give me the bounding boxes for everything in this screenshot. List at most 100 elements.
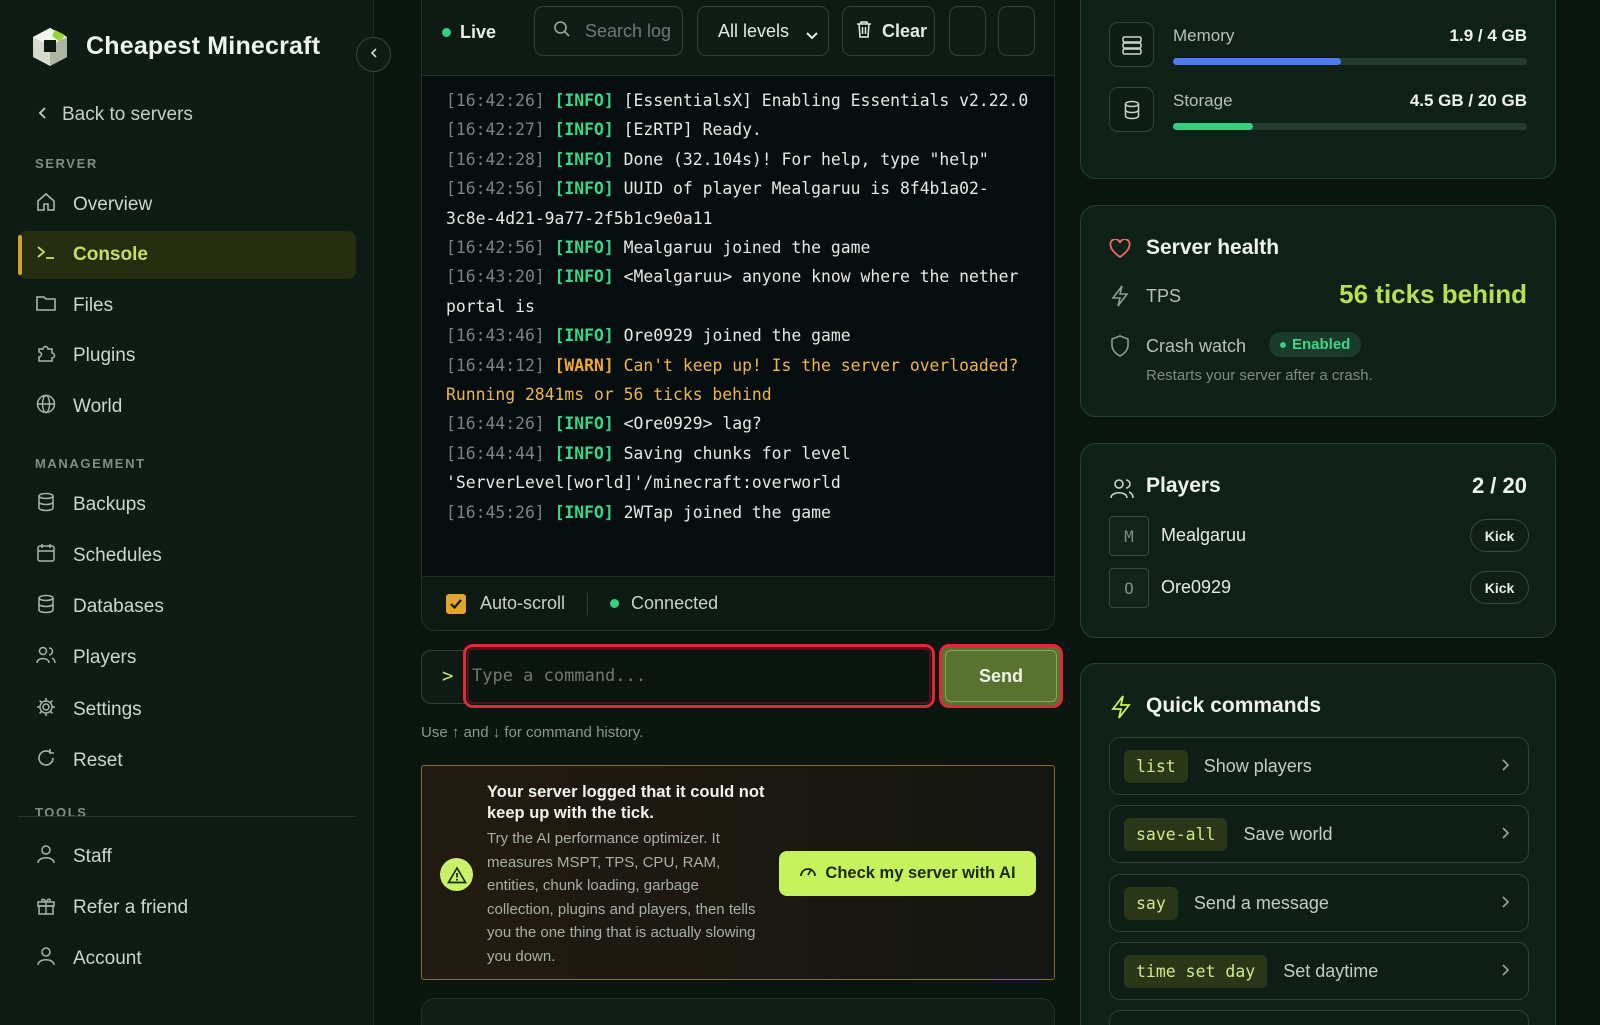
chevron-left-icon [368, 46, 380, 64]
users-icon [1109, 477, 1135, 506]
log-timestamp: [16:44:44] [446, 443, 545, 463]
search-input[interactable] [585, 20, 671, 42]
crash-watch-badge: Enabled [1269, 332, 1362, 357]
storage-icon [1109, 87, 1154, 132]
console-log[interactable]: [16:42:26] [INFO] [EssentialsX] Enabling… [421, 76, 1055, 576]
toolbar-extra-button[interactable] [949, 6, 986, 56]
server-health-card: Server health TPS 56 ticks behind Crash … [1080, 205, 1556, 417]
quick-command-say[interactable]: say Send a message [1109, 874, 1529, 932]
sidebar-item-label: Files [73, 295, 114, 316]
collapse-sidebar-button[interactable] [356, 37, 391, 72]
log-line: [16:42:26] [INFO] [EssentialsX] Enabling… [446, 86, 1030, 115]
sidebar-item-staff[interactable]: Staff [18, 833, 356, 881]
toolbar-extra-button[interactable] [998, 6, 1035, 56]
log-line: [16:42:27] [INFO] [EzRTP] Ready. [446, 115, 1030, 144]
command-history-hint: Use ↑ and ↓ for command history. [421, 724, 644, 741]
log-line: [16:44:12] [WARN] Can't keep up! Is the … [446, 351, 1030, 410]
crash-watch-desc: Restarts your server after a crash. [1146, 367, 1373, 384]
player-row: M Mealgaruu Kick [1109, 516, 1529, 556]
users-icon [35, 644, 57, 672]
crash-watch-status: Enabled [1292, 336, 1351, 353]
sidebar-item-label: Overview [73, 194, 153, 215]
player-name: Mealgaruu [1161, 525, 1247, 545]
command-desc: Set daytime [1283, 960, 1379, 981]
quick-command-list[interactable]: list Show players [1109, 737, 1529, 795]
clear-label: Clear [882, 20, 928, 41]
sidebar-item-label: Databases [73, 596, 164, 617]
sidebar-item-players[interactable]: Players [18, 634, 356, 682]
globe-icon [35, 393, 57, 421]
back-to-servers-link[interactable]: Back to servers [36, 104, 193, 126]
chevron-down-icon [806, 25, 818, 46]
sidebar-item-schedules[interactable]: Schedules [18, 532, 356, 580]
chevron-right-icon [1500, 758, 1510, 777]
sidebar-item-backups[interactable]: Backups [18, 481, 356, 529]
memory-bar-fill [1173, 58, 1342, 65]
kick-button[interactable]: Kick [1470, 571, 1529, 604]
clear-button[interactable]: Clear [842, 6, 935, 56]
sidebar-item-overview[interactable]: Overview [18, 181, 356, 229]
log-level: [WARN] [554, 355, 614, 375]
command-prompt: > [442, 665, 454, 687]
shield-icon [1109, 334, 1131, 363]
command-code: say [1124, 886, 1178, 920]
back-label: Back to servers [62, 104, 193, 125]
chevron-left-icon [36, 104, 50, 126]
tps-value: 56 ticks behind [1339, 279, 1527, 309]
quick-command-time-set-day[interactable]: time set day Set daytime [1109, 942, 1529, 1000]
sidebar-item-account[interactable]: Account [18, 935, 356, 983]
storage-bar [1173, 123, 1527, 130]
database-icon [35, 593, 57, 621]
gauge-icon [799, 863, 817, 884]
user-icon [35, 945, 57, 973]
command-input[interactable] [463, 644, 935, 708]
log-timestamp: [16:44:26] [446, 414, 545, 434]
sidebar-item-databases[interactable]: Databases [18, 583, 356, 631]
quick-command-save-all[interactable]: save-all Save world [1109, 805, 1529, 863]
log-line: [16:42:56] [INFO] Mealgaruu joined the g… [446, 233, 1030, 262]
puzzle-icon [35, 342, 57, 370]
live-dot-icon [442, 28, 451, 37]
home-icon [35, 191, 57, 219]
search-log-field[interactable] [534, 6, 683, 56]
sidebar-item-refer[interactable]: Refer a friend [18, 884, 356, 932]
user-icon [35, 843, 57, 871]
log-timestamp: [16:42:26] [446, 91, 545, 110]
sidebar-item-label: Refer a friend [73, 897, 189, 918]
kick-button[interactable]: Kick [1470, 519, 1529, 552]
alert-body: Try the AI performance optimizer. It mea… [487, 830, 756, 965]
memory-label: Memory [1173, 26, 1235, 45]
command-desc: Send a message [1193, 892, 1329, 913]
sidebar-item-label: Staff [73, 846, 112, 867]
command-desc: Show players [1203, 755, 1312, 776]
level-select[interactable]: All levels [697, 6, 829, 56]
console-footer: Auto-scroll Connected [421, 576, 1055, 631]
heart-icon [1109, 238, 1131, 264]
gear-icon [35, 696, 57, 724]
log-level: [INFO] [554, 179, 614, 199]
connected-status: Connected [631, 593, 719, 613]
log-message: Done (32.104s)! For help, type "help" [613, 149, 989, 169]
quick-command-more[interactable] [1109, 1010, 1529, 1025]
log-message: 2WTap joined the game [613, 502, 831, 522]
check-server-ai-button[interactable]: Check my server with AI [779, 851, 1036, 896]
sidebar-item-plugins[interactable]: Plugins [18, 332, 356, 380]
log-message: Ore0929 joined the game [613, 326, 851, 346]
storage-bar-fill [1173, 123, 1253, 130]
log-line: [16:43:46] [INFO] Ore0929 joined the gam… [446, 321, 1030, 350]
sidebar-item-world[interactable]: World [18, 383, 356, 431]
sidebar-item-settings[interactable]: Settings [18, 686, 356, 734]
log-line: [16:42:56] [INFO] UUID of player Mealgar… [446, 174, 1030, 233]
send-button[interactable]: Send [939, 644, 1063, 708]
player-name: Ore0929 [1161, 577, 1232, 597]
autoscroll-checkbox[interactable] [446, 593, 466, 614]
reset-icon [35, 747, 57, 775]
section-management-heading: MANAGEMENT [35, 456, 146, 471]
sidebar-item-console[interactable]: Console [18, 231, 356, 279]
players-title: Players [1146, 474, 1221, 497]
sidebar-item-files[interactable]: Files [18, 282, 356, 330]
sidebar-item-reset[interactable]: Reset [18, 737, 356, 785]
log-timestamp: [16:42:56] [446, 238, 545, 258]
log-message: <Ore0929> lag? [613, 414, 762, 434]
avatar: O [1109, 568, 1149, 608]
